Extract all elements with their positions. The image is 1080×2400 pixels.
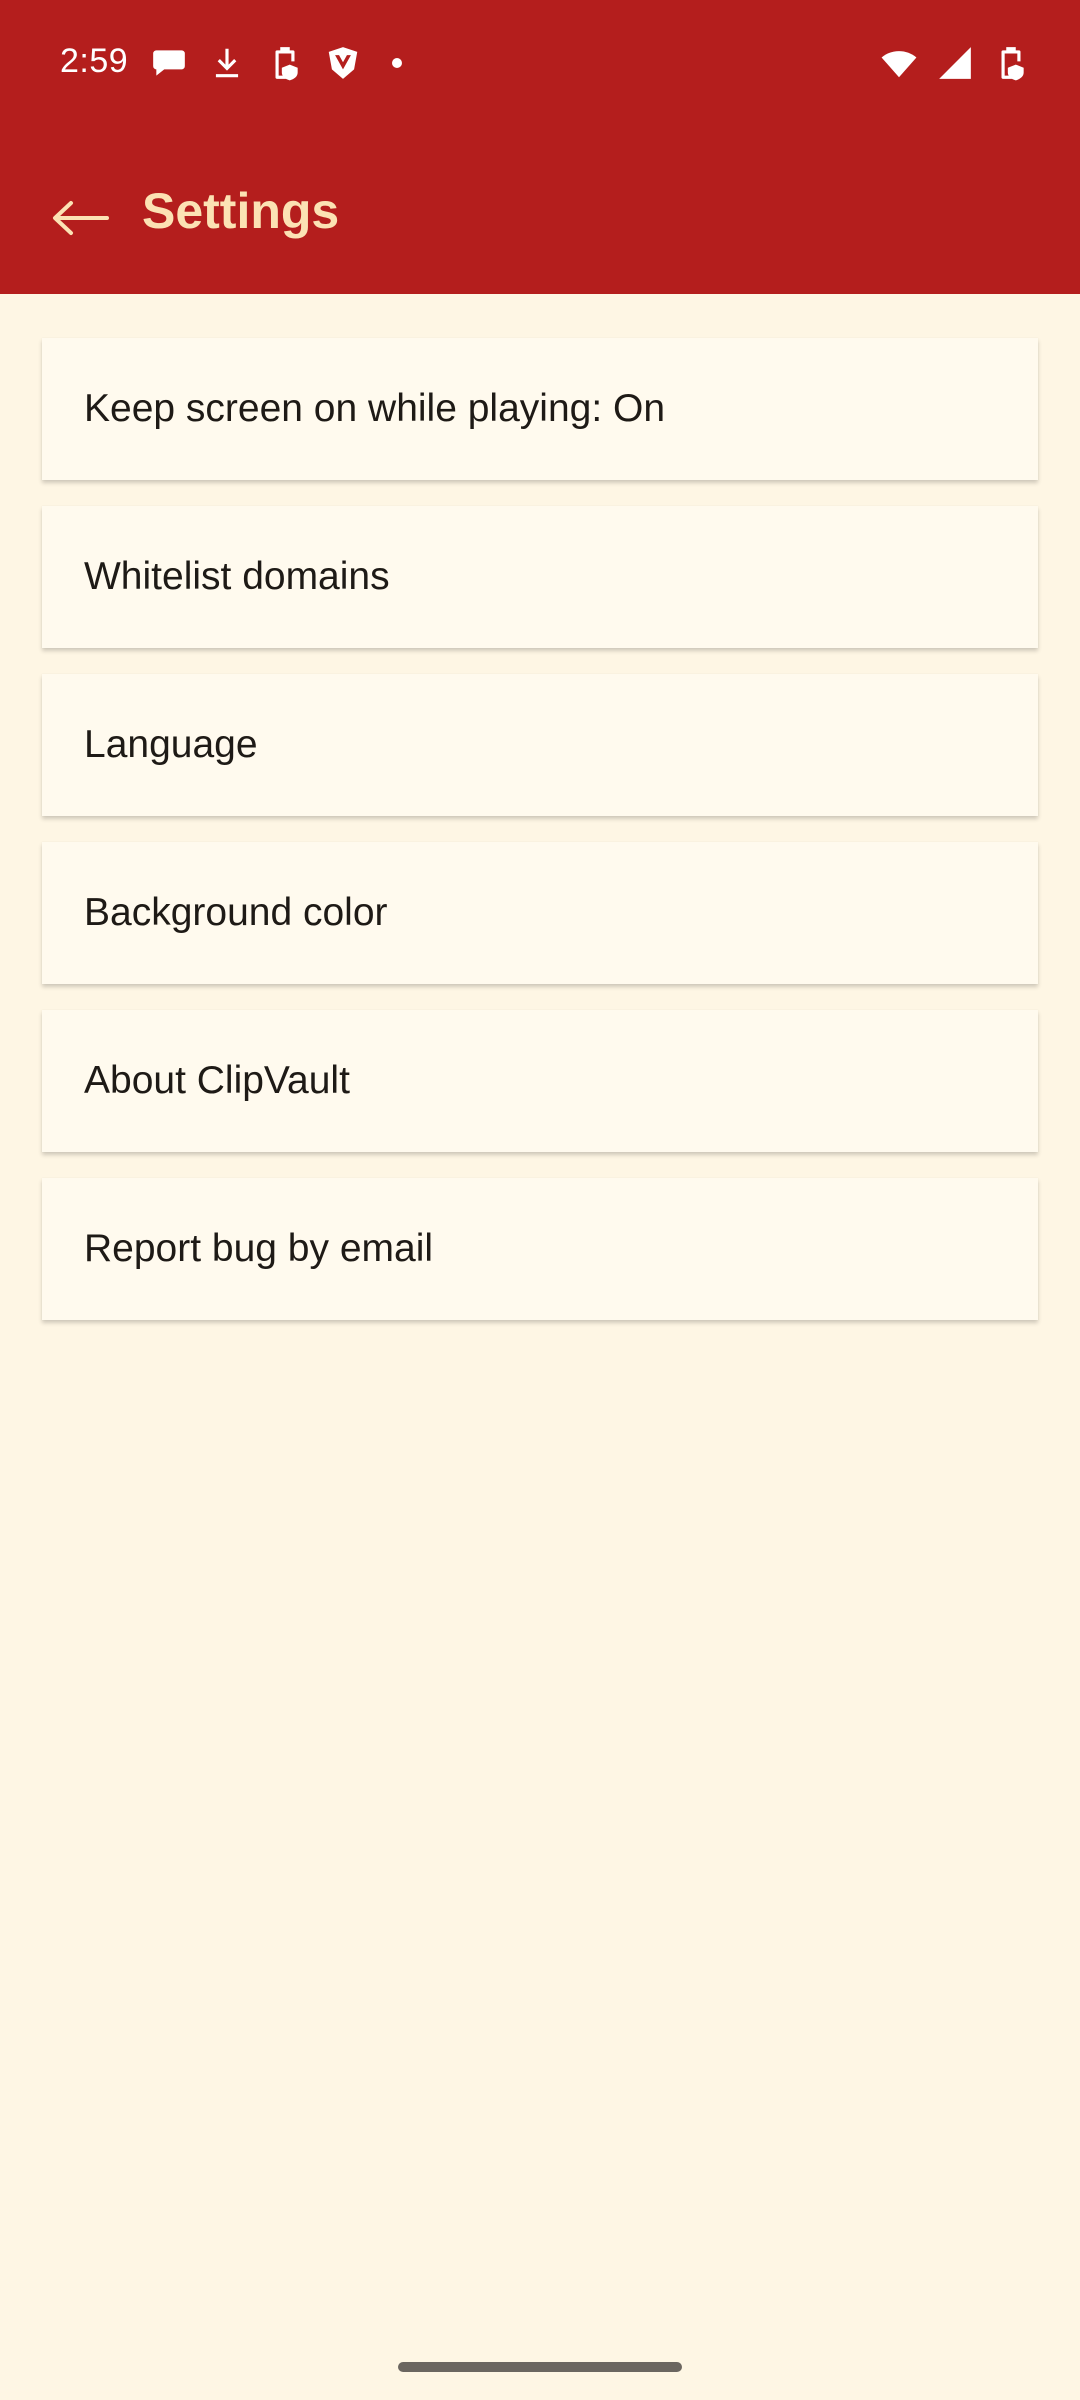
- setting-language[interactable]: Language: [42, 674, 1038, 816]
- battery-saver-icon: [266, 44, 304, 82]
- setting-about[interactable]: About ClipVault: [42, 1010, 1038, 1152]
- arrow-left-icon: [53, 201, 109, 235]
- shield-v-icon: [324, 44, 362, 82]
- app-bar: Settings: [0, 130, 1080, 294]
- status-time: 2:59: [60, 42, 129, 80]
- back-button[interactable]: [40, 178, 120, 258]
- download-icon: [208, 44, 246, 82]
- page-title: Settings: [142, 183, 340, 239]
- setting-label: Whitelist domains: [84, 555, 390, 598]
- battery-icon: [992, 44, 1030, 82]
- setting-label: Report bug by email: [84, 1227, 434, 1270]
- chat-bubble-icon: [150, 44, 188, 82]
- setting-keep-screen-on[interactable]: Keep screen on while playing: On: [42, 338, 1038, 480]
- setting-label: Keep screen on while playing: On: [84, 387, 666, 430]
- home-indicator[interactable]: [398, 2362, 682, 2372]
- cell-signal-icon: [936, 44, 974, 82]
- setting-label: Language: [84, 723, 258, 766]
- setting-report-bug[interactable]: Report bug by email: [42, 1178, 1038, 1320]
- status-icons-right: [880, 44, 1030, 82]
- setting-background-color[interactable]: Background color: [42, 842, 1038, 984]
- status-icons-left: [150, 44, 402, 82]
- notification-dot: [392, 58, 402, 68]
- wifi-icon: [880, 44, 918, 82]
- setting-label: Background color: [84, 891, 388, 934]
- settings-list: Keep screen on while playing: On Whiteli…: [42, 338, 1038, 1346]
- setting-label: About ClipVault: [84, 1059, 350, 1102]
- status-bar: 2:59: [0, 0, 1080, 130]
- setting-whitelist-domains[interactable]: Whitelist domains: [42, 506, 1038, 648]
